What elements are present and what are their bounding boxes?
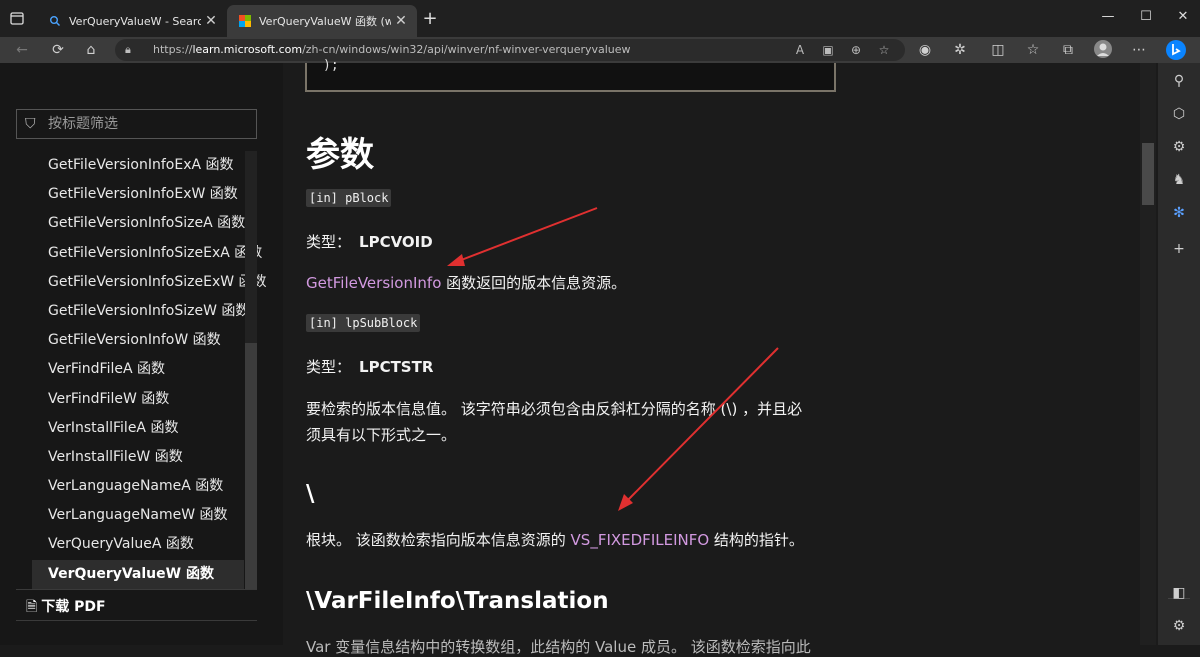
param-pblock-code: [in] pBlock — [306, 189, 392, 207]
root-block-desc: 根块。 该函数检索指向版本信息资源的 VS_FIXEDFILEINFO 结构的指… — [306, 529, 804, 550]
param-lpsubblock-code: [in] lpSubBlock — [306, 314, 421, 332]
pdf-icon: 🗎︎ — [26, 599, 38, 615]
office-icon[interactable]: ✻ — [1168, 203, 1190, 223]
annotation-arrow — [447, 207, 598, 266]
microsoft-logo — [239, 15, 251, 27]
toc-item[interactable]: VerFindFileW 函数 — [32, 385, 244, 414]
maximize-button[interactable]: ☐ — [1131, 6, 1161, 28]
close-tab-icon[interactable]: ✕ — [391, 13, 411, 29]
vs-fixedfileinfo-link[interactable]: VS_FIXEDFILEINFO — [571, 531, 710, 549]
minimize-button[interactable]: — — [1093, 6, 1123, 28]
download-pdf-label: 下载 PDF — [41, 599, 106, 615]
new-tab-button[interactable]: + — [420, 8, 440, 30]
immersive-reader-icon[interactable]: ▣ — [818, 39, 838, 61]
split-screen-icon[interactable]: ◫ — [987, 39, 1009, 61]
toc-scroll-thumb[interactable] — [245, 343, 257, 589]
favorite-add-icon[interactable]: ☆ — [874, 39, 894, 61]
type-value: LPCVOID — [359, 233, 433, 251]
param-pblock-desc: GetFileVersionInfo 函数返回的版本信息资源。 — [306, 272, 626, 293]
close-tab-icon[interactable]: ✕ — [201, 13, 221, 29]
tab-title: VerQueryValueW - Search — [69, 14, 201, 28]
type-label: 类型： — [306, 233, 352, 251]
param-lpsubblock-desc-line1: 要检索的版本信息值。 该字符串必须包含由反斜杠分隔的名称 (\) ，并且必 — [306, 400, 803, 418]
zoom-icon[interactable]: ⊕ — [846, 39, 866, 61]
search-icon[interactable]: ⚲ — [1168, 71, 1190, 91]
toc-item[interactable]: GetFileVersionInfoExA 函数 — [32, 151, 244, 180]
tab-actions-icon[interactable] — [6, 9, 28, 29]
param-lpsubblock-desc-line2: 须具有以下形式之一。 — [306, 426, 457, 444]
toc-item[interactable]: VerFindFileA 函数 — [32, 355, 244, 384]
add-sidebar-app-icon[interactable]: + — [1168, 239, 1190, 259]
toc-item[interactable]: VerLanguageNameA 函数 — [32, 472, 244, 501]
desc-text: 根块。 该函数检索指向版本信息资源的 — [306, 531, 571, 549]
profile-avatar[interactable] — [1092, 39, 1114, 61]
toc-list: GetFileVersionInfoExA 函数 GetFileVersionI… — [32, 151, 267, 589]
code-block: ); — [305, 58, 836, 92]
url-domain: learn.microsoft.com — [192, 43, 303, 56]
parameters-heading: 参数 — [306, 135, 374, 175]
toc-item[interactable]: GetFileVersionInfoW 函数 — [32, 326, 244, 355]
read-aloud-icon[interactable]: A — [790, 39, 810, 61]
toc-item[interactable]: VerInstallFileA 函数 — [32, 414, 244, 443]
toc-item[interactable]: GetFileVersionInfoSizeExA 函数 — [32, 239, 262, 268]
toc-item-active[interactable]: VerQueryValueW 函数 — [32, 559, 244, 589]
desc-text: 结构的指针。 — [709, 531, 804, 549]
tab-strip: VerQueryValueW - Search ✕ VerQueryValueW… — [0, 0, 1200, 37]
collections-icon[interactable]: ⧉ — [1057, 39, 1079, 61]
settings-icon[interactable]: ⚙ — [1168, 616, 1190, 636]
home-icon[interactable]: ⌂ — [80, 39, 102, 61]
toc-item[interactable]: VerQueryValueA 函数 — [32, 530, 244, 559]
more-menu-icon[interactable]: ⋯ — [1128, 39, 1150, 61]
refresh-icon[interactable]: ⟳ — [47, 39, 69, 61]
address-bar[interactable]: 🔒︎ https://learn.microsoft.com/zh-cn/win… — [115, 39, 905, 61]
getfileversioninfo-link[interactable]: GetFileVersionInfo — [306, 274, 441, 292]
annotation-arrow — [618, 347, 779, 511]
close-window-button[interactable]: ✕ — [1168, 6, 1198, 28]
page-scroll-thumb[interactable] — [1142, 143, 1154, 205]
translation-heading: \VarFileInfo\Translation — [306, 588, 609, 614]
toc-item[interactable]: VerLanguageNameW 函数 — [32, 501, 244, 530]
lock-icon: 🔒︎ — [125, 43, 131, 56]
tab-verqueryvaluew[interactable]: VerQueryValueW 函数 (winver.h) ✕ — [227, 5, 417, 37]
divider — [16, 620, 257, 621]
toc-sidebar: ⛉ 按标题筛选 GetFileVersionInfoExA 函数 GetFile… — [0, 63, 283, 645]
download-pdf-link[interactable]: 🗎︎ 下载 PDF — [26, 596, 106, 620]
page-scrollbar[interactable] — [1140, 63, 1156, 645]
games-icon[interactable]: ♞ — [1168, 170, 1190, 190]
toc-item[interactable]: GetFileVersionInfoSizeA 函数 — [32, 209, 245, 238]
hide-sidebar-icon[interactable]: ◧ — [1168, 583, 1190, 603]
filter-icon: ⛉ — [25, 116, 36, 132]
toc-item[interactable]: GetFileVersionInfoExW 函数 — [32, 180, 244, 209]
edge-sidebar: ⚲ ⬡ ⚙ ♞ ✻ + ◧ ⚙ — [1158, 63, 1200, 645]
url-text: https://learn.microsoft.com/zh-cn/window… — [153, 39, 631, 61]
root-block-heading: \ — [306, 481, 315, 507]
desc-text: 函数返回的版本信息资源。 — [441, 274, 627, 292]
tab-title: VerQueryValueW 函数 (winver.h) — [259, 15, 391, 28]
tab-search[interactable]: VerQueryValueW - Search ✕ — [37, 5, 227, 37]
toc-scrollbar[interactable] — [245, 151, 257, 589]
code-text: ); — [323, 58, 339, 73]
extension-glasses-icon[interactable]: ◉ — [914, 39, 936, 61]
translation-desc: Var 变量信息结构中的转换数组，此结构的 Value 成员。 该函数检索指向此 — [306, 638, 811, 656]
filter-placeholder: 按标题筛选 — [48, 116, 118, 132]
browser-toolbar: ← ⟳ ⌂ 🔒︎ https://learn.microsoft.com/zh-… — [0, 37, 1200, 63]
toc-item[interactable]: GetFileVersionInfoSizeW 函数 — [32, 297, 249, 326]
bing-copilot-icon[interactable] — [1165, 39, 1187, 61]
shopping-icon[interactable]: ⬡ — [1168, 104, 1190, 124]
url-scheme: https:// — [153, 43, 193, 56]
type-label: 类型： — [306, 358, 352, 376]
type-value: LPCTSTR — [359, 358, 434, 376]
search-icon — [49, 15, 61, 27]
toc-item[interactable]: VerInstallFileW 函数 — [32, 443, 244, 472]
toc-filter-input[interactable]: ⛉ 按标题筛选 — [16, 109, 257, 139]
tools-icon[interactable]: ⚙ — [1168, 137, 1190, 157]
toc-item[interactable]: GetFileVersionInfoSizeExW 函数 — [32, 268, 267, 297]
divider — [16, 589, 257, 590]
param-lpsubblock-type: 类型： LPCTSTR — [306, 356, 433, 377]
back-icon[interactable]: ← — [11, 39, 33, 61]
favorites-icon[interactable]: ☆ — [1022, 39, 1044, 61]
url-path: /zh-cn/windows/win32/api/winver/nf-winve… — [302, 43, 631, 56]
param-pblock-type: 类型： LPCVOID — [306, 231, 433, 252]
extensions-icon[interactable]: ✲ — [949, 39, 971, 61]
